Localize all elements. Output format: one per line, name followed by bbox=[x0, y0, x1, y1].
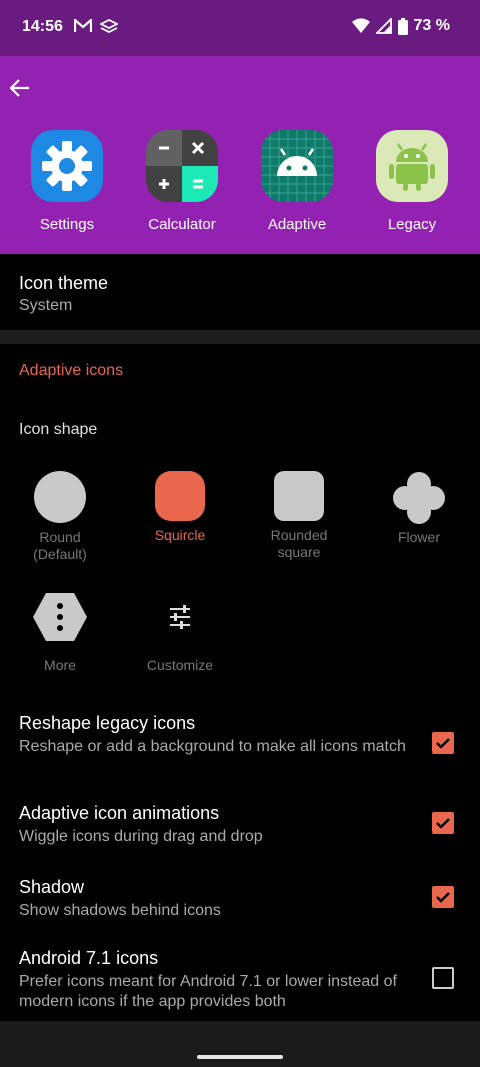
android-icon bbox=[261, 130, 333, 202]
settings-app-icon bbox=[31, 130, 103, 202]
shape-option-round[interactable]: Round (Default) bbox=[5, 471, 115, 563]
preview-app-legacy: Legacy bbox=[362, 130, 462, 233]
flower-shape-icon bbox=[393, 472, 445, 524]
setting-summary: Prefer icons meant for Android 7.1 or lo… bbox=[19, 973, 397, 1010]
back-button[interactable] bbox=[6, 74, 34, 102]
setting-android-71-icons[interactable]: Android 7.1 icons Prefer icons meant for… bbox=[0, 948, 480, 1012]
preview-app-label: Legacy bbox=[387, 216, 437, 233]
gesture-nav-handle[interactable] bbox=[197, 1055, 283, 1059]
wifi-icon bbox=[351, 18, 370, 33]
setting-shadow[interactable]: Shadow Show shadows behind icons bbox=[0, 877, 480, 925]
icon-preview-row: Settings Calculator Adaptive Legacy bbox=[0, 130, 480, 240]
tune-sliders-icon bbox=[170, 605, 190, 629]
round-shape-icon bbox=[34, 471, 86, 523]
more-shapes-icon bbox=[33, 593, 87, 641]
gear-icon bbox=[42, 141, 92, 191]
section-title-adaptive-icons: Adaptive icons bbox=[19, 362, 124, 379]
check-icon bbox=[436, 738, 450, 749]
setting-adaptive-icon-animations[interactable]: Adaptive icon animations Wiggle icons du… bbox=[0, 803, 480, 851]
setting-title: Reshape legacy icons bbox=[19, 713, 196, 733]
preview-app-settings: Settings bbox=[17, 130, 117, 233]
rounded-square-shape-icon bbox=[274, 471, 324, 521]
shape-label: Flower bbox=[397, 529, 440, 545]
preview-app-label: Settings bbox=[39, 216, 95, 233]
shape-label: Squircle bbox=[154, 527, 206, 543]
icon-shape-label: Icon shape bbox=[19, 421, 98, 438]
setting-summary: Show shadows behind icons bbox=[19, 902, 221, 919]
legacy-app-icon bbox=[376, 130, 448, 202]
android-71-checkbox[interactable] bbox=[432, 967, 454, 989]
reshape-legacy-checkbox[interactable] bbox=[432, 732, 454, 754]
setting-title: Shadow bbox=[19, 877, 85, 897]
gmail-icon bbox=[74, 19, 92, 32]
setting-summary: Wiggle icons during drag and drop bbox=[19, 828, 263, 845]
shape-label: Customize bbox=[146, 657, 214, 673]
adaptive-app-icon bbox=[261, 130, 333, 202]
section-divider bbox=[0, 330, 480, 344]
preview-app-label: Adaptive bbox=[267, 216, 327, 233]
check-icon bbox=[436, 818, 450, 829]
status-bar: 14:56 73 % bbox=[0, 0, 480, 56]
shadow-checkbox[interactable] bbox=[432, 886, 454, 908]
calculator-symbols-icon bbox=[159, 141, 205, 189]
status-time: 14:56 bbox=[22, 18, 63, 35]
setting-title: Adaptive icon animations bbox=[19, 803, 220, 823]
squircle-shape-icon bbox=[155, 471, 205, 521]
arrow-back-icon bbox=[10, 79, 29, 97]
setting-summary: Reshape or add a background to make all … bbox=[19, 738, 406, 755]
shape-label: Rounded square bbox=[270, 527, 328, 560]
shape-option-customize[interactable]: Customize bbox=[125, 591, 235, 674]
check-icon bbox=[436, 892, 450, 903]
navigation-bar bbox=[0, 1021, 480, 1067]
calculator-app-icon bbox=[146, 130, 218, 202]
battery-percentage: 73 % bbox=[413, 17, 450, 34]
preview-app-calculator: Calculator bbox=[132, 130, 232, 233]
setting-title: Android 7.1 icons bbox=[19, 948, 159, 968]
preview-app-label: Calculator bbox=[148, 216, 216, 233]
adaptive-animations-checkbox[interactable] bbox=[432, 812, 454, 834]
shape-option-more[interactable]: More bbox=[5, 591, 115, 674]
cell-signal-icon bbox=[375, 18, 392, 34]
icon-theme-summary: System bbox=[19, 297, 73, 314]
shape-option-squircle[interactable]: Squircle bbox=[125, 471, 235, 544]
icon-theme-title: Icon theme bbox=[19, 273, 109, 293]
icon-theme-setting[interactable]: Icon theme System bbox=[0, 254, 480, 330]
shape-option-flower[interactable]: Flower bbox=[364, 471, 474, 546]
shape-label: Round (Default) bbox=[33, 529, 87, 562]
stack-icon bbox=[100, 19, 118, 33]
battery-icon bbox=[397, 17, 408, 35]
shape-label: More bbox=[44, 657, 76, 673]
preview-app-adaptive: Adaptive bbox=[247, 130, 347, 233]
shape-option-rounded-square[interactable]: Rounded square bbox=[244, 471, 354, 561]
setting-reshape-legacy-icons[interactable]: Reshape legacy icons Reshape or add a ba… bbox=[0, 713, 480, 777]
android-legacy-icon bbox=[389, 143, 435, 191]
